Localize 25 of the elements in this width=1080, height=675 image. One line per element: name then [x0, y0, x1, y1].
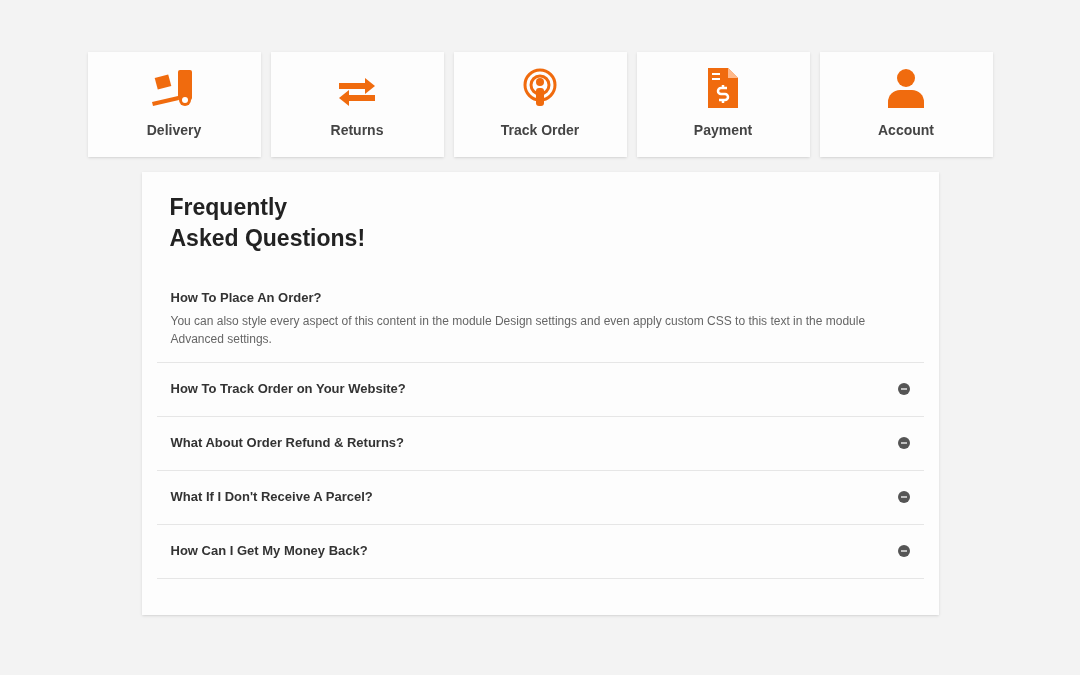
collapse-toggle-icon[interactable] [897, 383, 910, 395]
faq-question[interactable]: What If I Don't Receive A Parcel? [156, 470, 924, 524]
collapse-toggle-icon[interactable] [897, 545, 910, 557]
category-label: Account [878, 121, 934, 140]
faq-question[interactable]: What About Order Refund & Returns? [156, 416, 924, 470]
category-card[interactable]: Track Order [453, 52, 627, 157]
faq-question[interactable]: How Can I Get My Money Back? [156, 524, 924, 578]
category-label: Payment [693, 121, 753, 140]
category-card[interactable]: Payment [636, 52, 810, 157]
category-label: Track Order [500, 121, 580, 140]
collapse-toggle-icon[interactable] [897, 437, 910, 449]
swap-arrows-icon [337, 76, 377, 108]
category-card[interactable]: Account [819, 52, 993, 157]
broadcast-icon [522, 68, 558, 108]
user-icon [888, 68, 924, 108]
faq-title: Frequently Asked Questions! [168, 193, 367, 253]
faq-question[interactable]: How To Track Order on Your Website? [156, 362, 924, 416]
category-card[interactable]: Returns [270, 52, 444, 157]
invoice-dollar-icon [708, 68, 738, 108]
category-card[interactable]: Delivery [87, 52, 261, 157]
faq-answer: You can also style every aspect of this content in the module Design settings and even apply custom CSS to this text in the module Advanced settings. [169, 312, 867, 348]
collapse-toggle-icon[interactable] [897, 491, 910, 503]
category-label: Delivery [146, 121, 202, 140]
faq-question[interactable]: How To Place An Order? [156, 288, 924, 312]
category-label: Returns [330, 121, 384, 140]
